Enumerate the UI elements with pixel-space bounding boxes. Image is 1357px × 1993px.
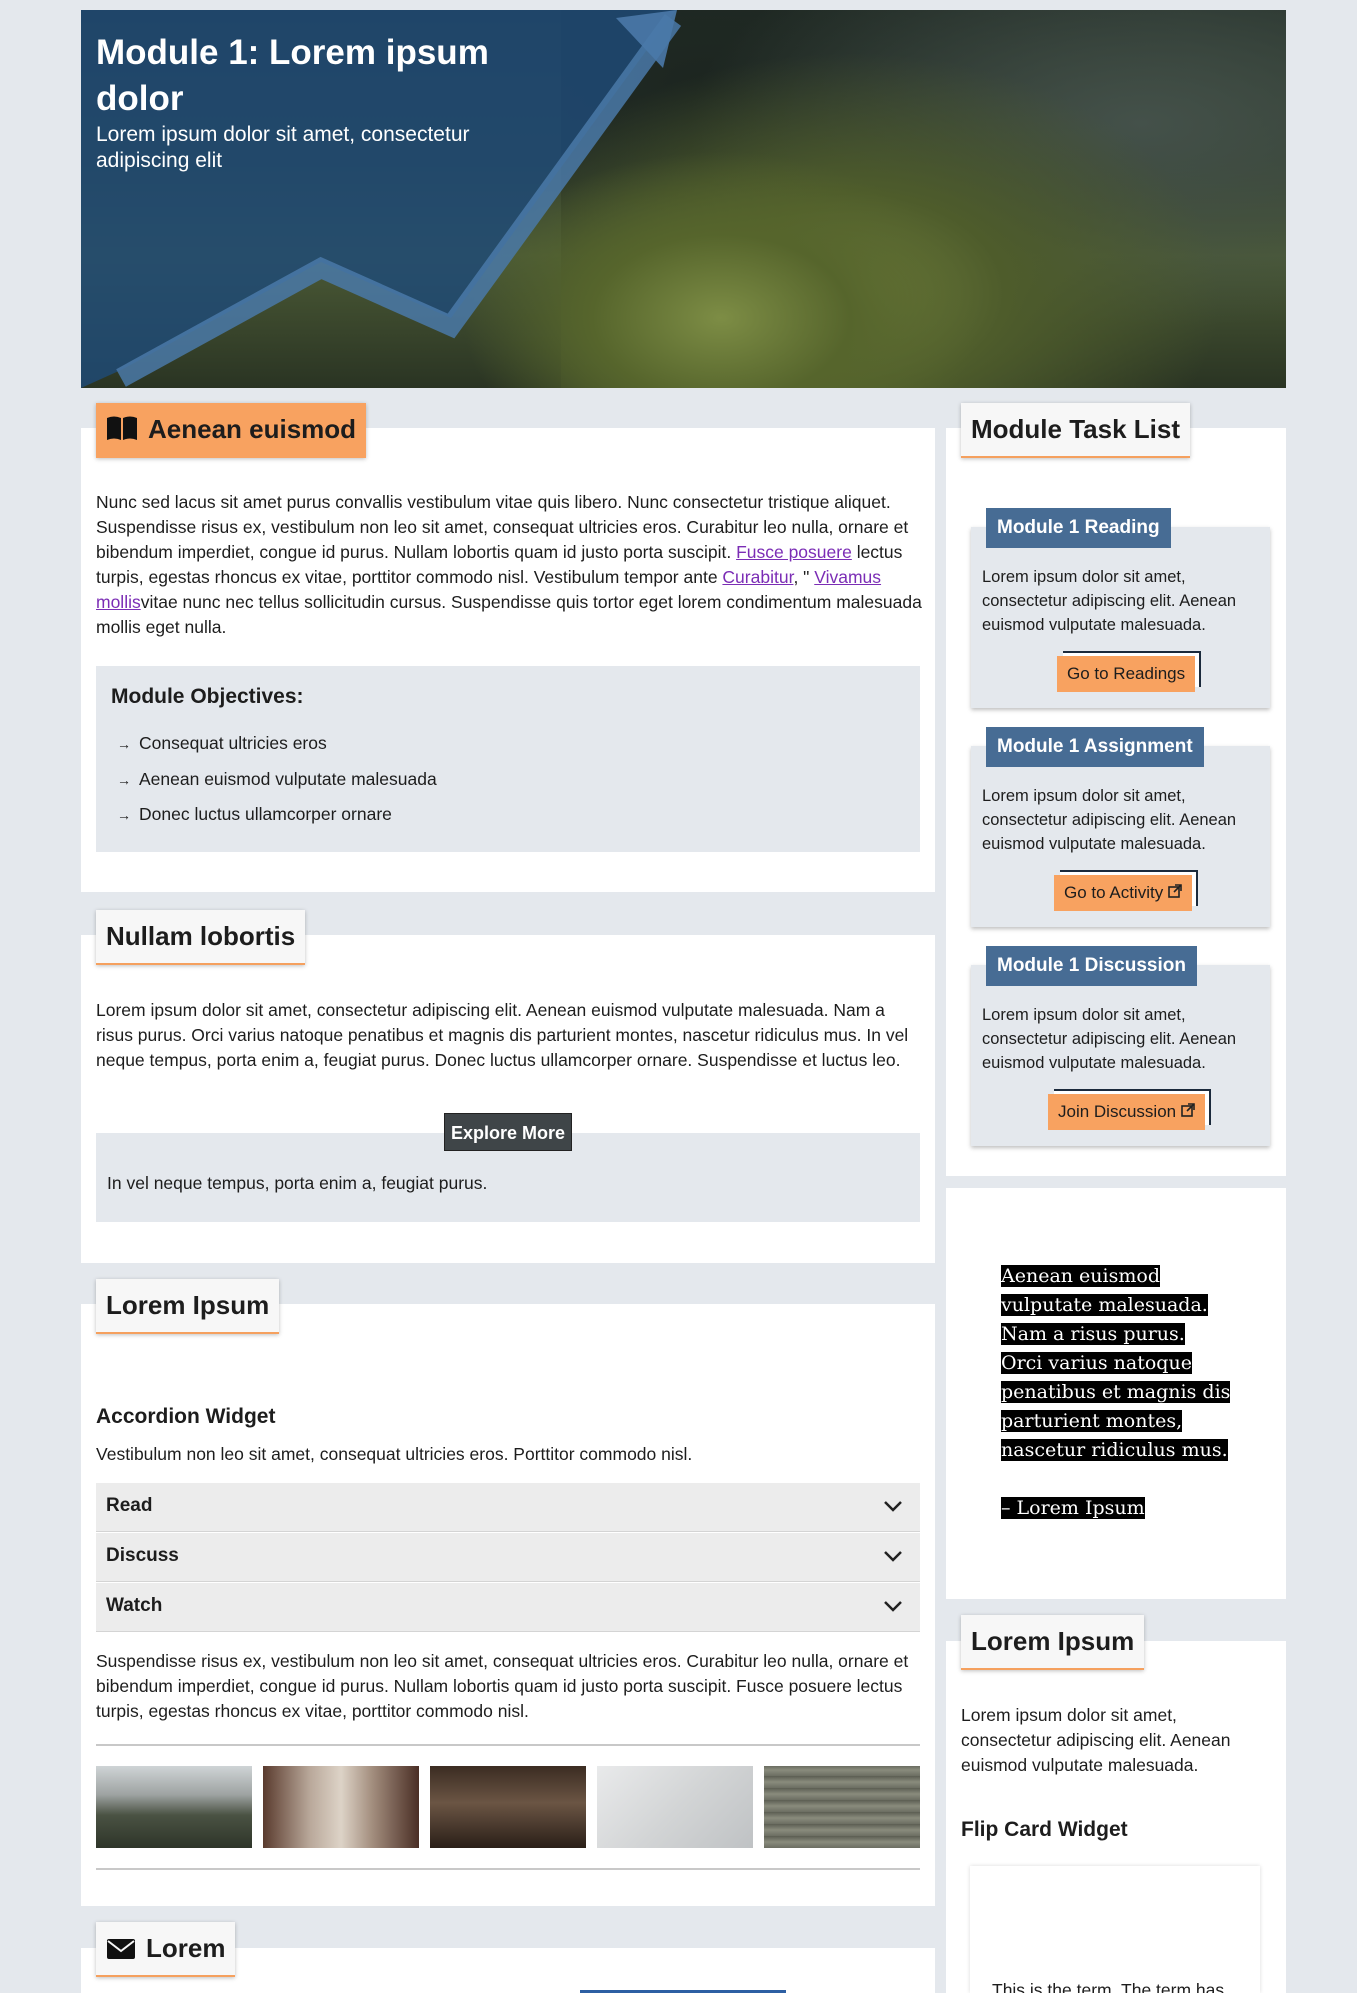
hero-banner: Module 1: Lorem ipsum dolor Lorem ipsum … — [81, 10, 1286, 388]
task-button-label: Join Discussion — [1058, 1102, 1177, 1121]
section-tab-nullam: Nullam lobortis — [96, 910, 306, 965]
objectives-title: Module Objectives: — [111, 685, 304, 708]
accordion-label: Read — [106, 1495, 153, 1516]
objective-text: Consequat ultricies eros — [139, 733, 327, 753]
quote-line: Nam a risus purus. — [1001, 1323, 1185, 1345]
go-to-readings-button[interactable]: Go to Readings — [1057, 656, 1196, 692]
sidebar-card-text: Lorem ipsum dolor sit amet, consectetur … — [961, 1705, 1231, 1775]
section-tab-label: Lorem — [146, 1933, 226, 1963]
objective-item: → Aenean euismod vulputate malesuada — [117, 769, 437, 790]
accordion-watch[interactable]: Watch — [96, 1583, 920, 1632]
objective-text: Aenean euismod vulputate malesuada — [139, 769, 437, 789]
accordion-widget-desc: Vestibulum non leo sit amet, consequat u… — [96, 1444, 693, 1464]
section-tab-lorem-ipsum: Lorem Ipsum — [96, 1279, 280, 1334]
chevron-down-icon — [882, 1545, 904, 1572]
task-tag-assignment: Module 1 Assignment — [986, 727, 1204, 767]
objective-item: → Consequat ultricies eros — [117, 733, 327, 754]
task-desc: Lorem ipsum dolor sit amet, consectetur … — [982, 1006, 1237, 1072]
fusce-posuere-link[interactable]: Fusce posuere — [736, 542, 852, 562]
section-tab-aenean: Aenean euismod — [96, 403, 367, 458]
explore-more-button[interactable]: Explore More — [444, 1113, 573, 1151]
accordion-widget-title: Accordion Widget — [96, 1405, 276, 1428]
quote-line: Aenean euismod — [1001, 1265, 1160, 1287]
task-tag-discussion: Module 1 Discussion — [986, 946, 1197, 986]
task-tag-reading: Module 1 Reading — [986, 508, 1171, 548]
flip-card-text: This is the term. The term has — [992, 1980, 1225, 1993]
arrow-right-icon: → — [117, 772, 131, 788]
task-desc: Lorem ipsum dolor sit amet, consectetur … — [982, 568, 1237, 634]
curabitur-link[interactable]: Curabitur — [722, 567, 793, 587]
gallery-image-cliffs[interactable] — [96, 1766, 252, 1848]
quote-line: Orci varius natoque — [1001, 1352, 1192, 1374]
task-desc: Lorem ipsum dolor sit amet, consectetur … — [982, 787, 1237, 853]
quote-line: nascetur ridiculus mus. — [1001, 1439, 1228, 1461]
chevron-down-icon — [882, 1595, 904, 1622]
nullam-paragraph: Lorem ipsum dolor sit amet, consectetur … — [96, 1000, 909, 1070]
section-tab-label: Aenean euismod — [148, 414, 357, 444]
flip-card[interactable]: This is the term. The term has — [970, 1866, 1260, 1993]
gallery-image-shop[interactable] — [430, 1766, 586, 1848]
gallery-image-wood[interactable] — [764, 1766, 920, 1848]
task-list-title: Module Task List — [961, 403, 1190, 458]
gallery-image-street[interactable] — [263, 1766, 419, 1848]
explore-box-text: In vel neque tempus, porta enim a, feugi… — [107, 1173, 488, 1193]
arrow-right-icon: → — [117, 807, 131, 823]
intro-text-4: vitae nunc nec tellus sollicitudin cursu… — [96, 592, 922, 637]
divider — [96, 1868, 920, 1870]
gallery-image-desk[interactable] — [597, 1766, 753, 1848]
intro-text-3: , " — [793, 567, 815, 587]
objective-item: → Donec luctus ullamcorper ornare — [117, 804, 392, 825]
external-link-icon — [1181, 1102, 1195, 1121]
chevron-down-icon — [882, 1495, 904, 1522]
accordion-discuss[interactable]: Discuss — [96, 1533, 920, 1582]
book-icon — [106, 406, 138, 458]
accordion-label: Watch — [106, 1595, 163, 1616]
quote-author: – Lorem Ipsum — [1001, 1497, 1145, 1519]
join-discussion-button[interactable]: Join Discussion — [1048, 1094, 1205, 1130]
objective-text: Donec luctus ullamcorper ornare — [139, 804, 392, 824]
quote-line: parturient montes, — [1001, 1410, 1183, 1432]
accordion-read[interactable]: Read — [96, 1483, 920, 1532]
sidebar-tab-lorem-ipsum: Lorem Ipsum — [961, 1615, 1145, 1670]
quote-line: vulputate malesuada. — [1001, 1294, 1208, 1316]
flip-card-widget-title: Flip Card Widget — [961, 1818, 1128, 1841]
task-button-label: Go to Activity — [1064, 883, 1164, 902]
envelope-icon — [106, 1925, 136, 1977]
lorem-ipsum-paragraph: Suspendisse risus ex, vestibulum non leo… — [96, 1651, 909, 1721]
page-subtitle: Lorem ipsum dolor sit amet, consectetur … — [96, 123, 470, 172]
quote-line: penatibus et magnis dis — [1001, 1381, 1231, 1403]
accordion-label: Discuss — [106, 1545, 179, 1566]
quote-block: Aenean euismod vulputate malesuada. Nam … — [1001, 1262, 1231, 1523]
go-to-activity-button[interactable]: Go to Activity — [1054, 875, 1192, 911]
page-title: Module 1: Lorem ipsum dolor — [96, 33, 489, 118]
external-link-icon — [1168, 883, 1182, 902]
arrow-right-icon: → — [117, 736, 131, 752]
section-tab-lorem: Lorem — [96, 1922, 236, 1977]
divider — [96, 1744, 920, 1746]
intro-paragraph: Nunc sed lacus sit amet purus convallis … — [96, 490, 922, 640]
